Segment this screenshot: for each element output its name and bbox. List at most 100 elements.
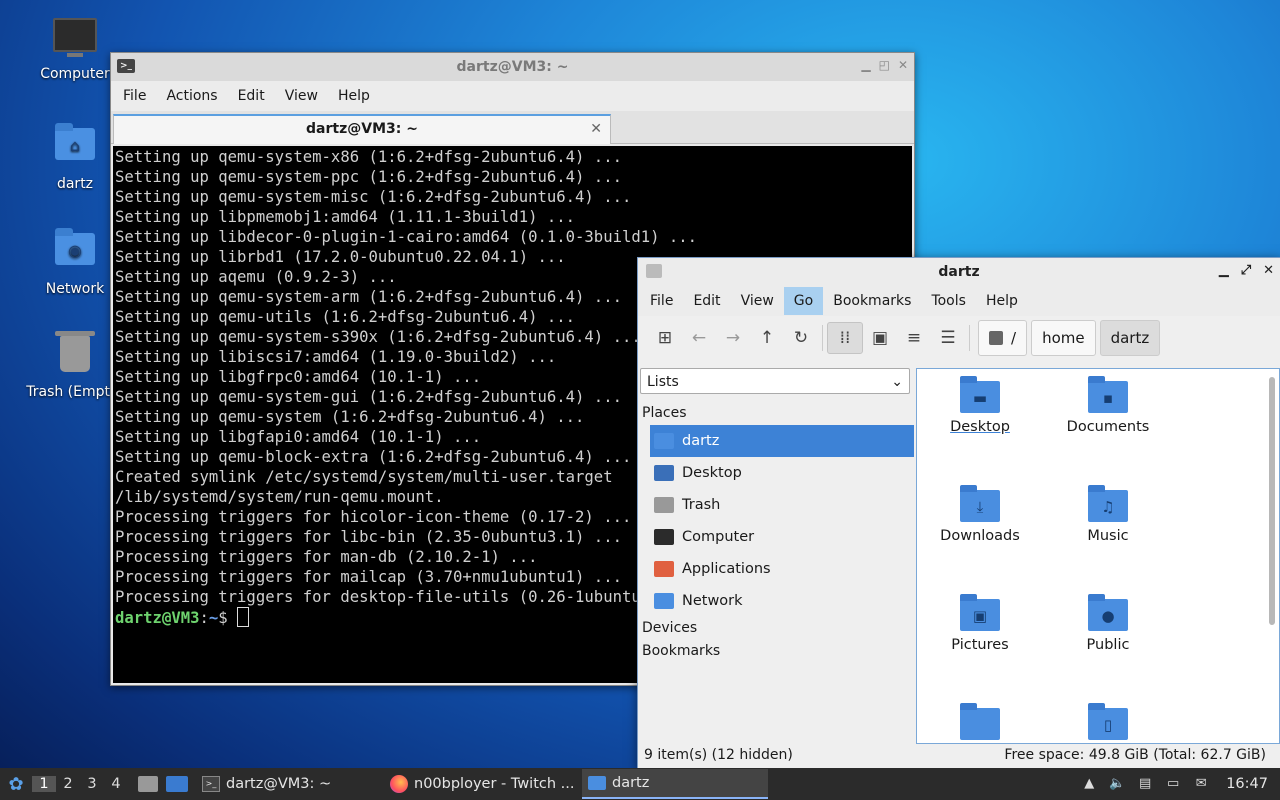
menu-file[interactable]: File [113, 88, 156, 104]
terminal-line: Setting up qemu-system-misc (1:6.2+dfsg-… [115, 188, 632, 206]
devices-header[interactable]: Devices [640, 617, 914, 640]
update-icon[interactable]: ▲ [1080, 775, 1098, 793]
file-item[interactable]: ♫ Music [1053, 482, 1163, 544]
network-icon[interactable]: ▭ [1164, 775, 1182, 793]
forward-icon[interactable]: → [716, 323, 750, 353]
maximize-icon[interactable]: ⤢ [1241, 263, 1251, 278]
terminal-titlebar[interactable]: >_ dartz@VM3: ~ ▁ ◰ ✕ [111, 53, 914, 81]
file-manager-toolbar: ⊞ ← → ↑ ↻ ⁞⁞ ▣ ≡ ☰ / home dartz [638, 316, 1280, 360]
file-item[interactable]: ▣ Pictures [925, 591, 1035, 653]
file-manager-titlebar[interactable]: dartz ▁ ⤢ ✕ [638, 258, 1280, 286]
folder-icon: ● [1088, 594, 1128, 631]
terminal-tabbar: dartz@VM3: ~ ✕ [111, 111, 914, 144]
place-1[interactable]: Desktop [640, 457, 914, 489]
breadcrumb-home[interactable]: home [1031, 320, 1096, 356]
icon-view-icon[interactable]: ⁞⁞ [827, 322, 863, 354]
menu-help[interactable]: Help [976, 293, 1028, 309]
file-manager-launcher-icon[interactable] [138, 776, 158, 792]
breadcrumb-dartz[interactable]: dartz [1099, 320, 1161, 356]
menu-go[interactable]: Go [783, 287, 824, 315]
menu-actions[interactable]: Actions [156, 88, 227, 104]
list-view-icon[interactable]: ☰ [931, 323, 965, 353]
clipboard-icon[interactable]: ▤ [1136, 775, 1154, 793]
place-label: Desktop [682, 465, 742, 481]
close-icon[interactable]: ✕ [1263, 263, 1274, 278]
workspace-3[interactable]: 3 [80, 776, 104, 792]
home-folder-icon: ⌂ [53, 123, 97, 172]
desktop-icon [654, 465, 674, 481]
folder-icon: ▣ [960, 594, 1000, 631]
menu-help[interactable]: Help [328, 88, 380, 104]
terminal-icon: >_ [202, 776, 220, 792]
new-tab-icon[interactable]: ⊞ [648, 323, 682, 353]
place-5[interactable]: Network [640, 585, 914, 617]
clock[interactable]: 16:47 [1226, 776, 1268, 792]
start-menu-icon[interactable]: ✿ [0, 774, 32, 795]
task-terminal[interactable]: >_ dartz@VM3: ~ [196, 769, 384, 799]
compact-view-icon[interactable]: ≡ [897, 323, 931, 353]
place-2[interactable]: Trash [640, 489, 914, 521]
terminal-tab[interactable]: dartz@VM3: ~ ✕ [113, 114, 611, 144]
taskbar: ✿ 1 2 3 4 >_ dartz@VM3: ~ n00bployer - T… [0, 768, 1280, 800]
maximize-icon[interactable]: ◰ [879, 58, 890, 72]
volume-icon[interactable]: 🔈 [1108, 775, 1126, 793]
folder-icon: ▯ [1088, 703, 1128, 740]
file-manager-window[interactable]: dartz ▁ ⤢ ✕ File Edit View Go Bookmarks … [637, 257, 1280, 769]
reload-icon[interactable]: ↻ [784, 323, 818, 353]
task-label: n00bployer - Twitch ... [414, 776, 575, 792]
place-4[interactable]: Applications [640, 553, 914, 585]
side-pane-mode-select[interactable]: Lists ⌄ [640, 368, 910, 394]
file-manager-menubar: File Edit View Go Bookmarks Tools Help [638, 286, 1280, 316]
menu-bookmarks[interactable]: Bookmarks [823, 293, 921, 309]
file-item[interactable]: ▯ [1053, 700, 1163, 743]
folder-icon: ▬ [960, 376, 1000, 413]
back-icon[interactable]: ← [682, 323, 716, 353]
side-pane: Places dartz Desktop Trash Computer Applicat… [640, 402, 914, 663]
minimize-icon[interactable]: ▁ [861, 58, 870, 72]
place-0[interactable]: dartz [650, 425, 914, 457]
workspace-1[interactable]: 1 [32, 776, 56, 792]
close-icon[interactable]: ✕ [898, 58, 908, 72]
window-title: dartz@VM3: ~ [456, 59, 569, 75]
file-item-label: Music [1087, 528, 1129, 544]
file-view[interactable]: ▬ Desktop ▪ Documents ⤓ Downloads ♫ Music ▣ Pictu… [916, 368, 1280, 744]
menu-file[interactable]: File [640, 293, 683, 309]
window-title: dartz [938, 264, 980, 280]
tab-label: dartz@VM3: ~ [306, 121, 418, 137]
place-3[interactable]: Computer [640, 521, 914, 553]
folder-icon: ▪ [1088, 376, 1128, 413]
network-folder-icon: ◉ [53, 228, 97, 277]
close-tab-icon[interactable]: ✕ [590, 116, 602, 142]
workspace-4[interactable]: 4 [104, 776, 128, 792]
trash-icon [53, 331, 97, 380]
home-folder-icon [654, 433, 674, 449]
file-item[interactable] [925, 700, 1035, 743]
up-icon[interactable]: ↑ [750, 323, 784, 353]
scrollbar[interactable] [1269, 377, 1275, 625]
notification-icon[interactable]: ✉ [1192, 775, 1210, 793]
menu-tools[interactable]: Tools [921, 293, 976, 309]
thumbnail-view-icon[interactable]: ▣ [863, 323, 897, 353]
menu-edit[interactable]: Edit [228, 88, 275, 104]
file-item[interactable]: ⤓ Downloads [925, 482, 1035, 544]
file-item[interactable]: ▪ Documents [1053, 373, 1163, 435]
system-tray: ▲ 🔈 ▤ ▭ ✉ 16:47 [1080, 775, 1280, 793]
menu-view[interactable]: View [275, 88, 328, 104]
menu-edit[interactable]: Edit [683, 293, 730, 309]
show-desktop-icon[interactable] [166, 776, 188, 792]
file-item[interactable]: ● Public [1053, 591, 1163, 653]
file-item[interactable]: ▬ Desktop [925, 373, 1035, 435]
bookmarks-header[interactable]: Bookmarks [640, 640, 914, 663]
file-item-label: Downloads [940, 528, 1020, 544]
network-folder-icon [654, 593, 674, 609]
text-cursor [237, 607, 250, 627]
menu-view[interactable]: View [731, 293, 784, 309]
workspace-2[interactable]: 2 [56, 776, 80, 792]
place-label: dartz [682, 433, 720, 449]
minimize-icon[interactable]: ▁ [1219, 263, 1229, 278]
status-item-count: 9 item(s) (12 hidden) [644, 747, 793, 763]
task-file-manager[interactable]: dartz [582, 769, 768, 799]
task-firefox[interactable]: n00bployer - Twitch ... [384, 769, 582, 799]
breadcrumb-root[interactable]: / [978, 320, 1028, 356]
terminal-line: Setting up libdecor-0-plugin-1-cairo:amd… [115, 228, 698, 246]
